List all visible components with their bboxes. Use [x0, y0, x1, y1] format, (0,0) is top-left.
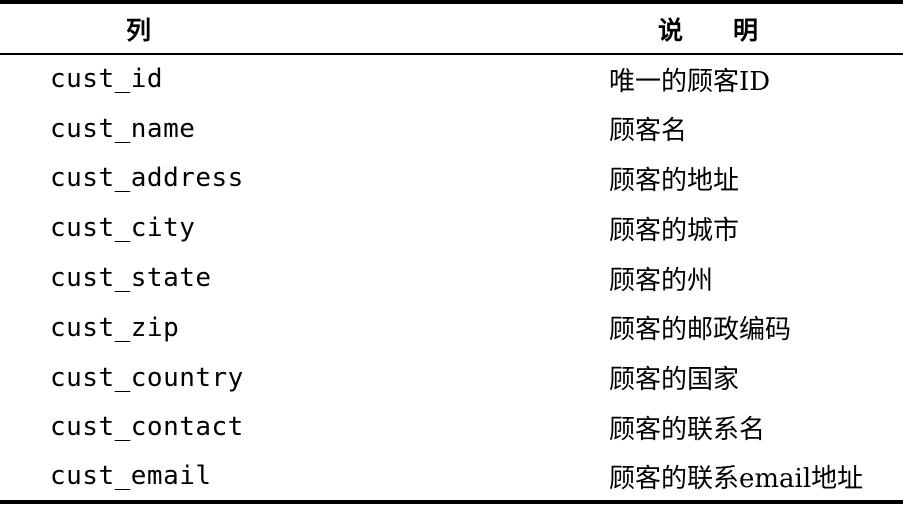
table-row: cust_name 顾客名 — [0, 104, 903, 154]
description-cell: 顾客的地址 — [609, 165, 740, 196]
table-row: cust_email 顾客的联系email地址 — [0, 452, 903, 503]
description-cell: 顾客的邮政编码 — [609, 315, 792, 346]
description-header: 说 明 — [560, 2, 903, 54]
column-name-cell: cust_state — [50, 263, 212, 294]
table-row: cust_address 顾客的地址 — [0, 154, 903, 204]
column-name-cell: cust_city — [50, 213, 196, 244]
header-row: 列 说 明 — [0, 2, 903, 54]
column-name-cell: cust_contact — [50, 412, 244, 443]
column-name-cell: cust_address — [50, 163, 244, 194]
table-row: cust_zip 顾客的邮政编码 — [0, 303, 903, 353]
table-row: cust_country 顾客的国家 — [0, 353, 903, 403]
column-header: 列 — [126, 15, 152, 45]
description-cell: 顾客的国家 — [609, 365, 740, 396]
customers-table: 列 说 明 cust_id 唯一的顾客ID cust_name 顾客名 cust… — [0, 0, 903, 506]
table-row: cust_city 顾客的城市 — [0, 203, 903, 253]
table-row: cust_id 唯一的顾客ID — [0, 54, 903, 104]
table-header: 列 说 明 — [0, 2, 903, 54]
description-cell: 顾客的联系名 — [609, 414, 766, 445]
description-cell: 唯一的顾客ID — [609, 66, 771, 97]
description-cell: 顾客的联系email地址 — [609, 463, 864, 494]
description-cell: 顾客的州 — [609, 265, 714, 296]
column-description-table: 列 说 明 cust_id 唯一的顾客ID cust_name 顾客名 cust… — [0, 0, 903, 504]
description-header-label: 说 明 — [658, 15, 759, 45]
description-cell: 顾客的城市 — [609, 215, 740, 246]
table-body: cust_id 唯一的顾客ID cust_name 顾客名 cust_addre… — [0, 54, 903, 503]
column-name-cell: cust_name — [50, 113, 196, 144]
description-cell: 顾客名 — [609, 116, 688, 147]
column-name-cell: cust_zip — [50, 312, 180, 343]
column-name-cell: cust_id — [50, 64, 164, 95]
column-name-cell: cust_country — [50, 362, 244, 393]
table-row: cust_state 顾客的州 — [0, 253, 903, 303]
table-row: cust_contact 顾客的联系名 — [0, 403, 903, 453]
column-name-cell: cust_email — [50, 461, 212, 492]
